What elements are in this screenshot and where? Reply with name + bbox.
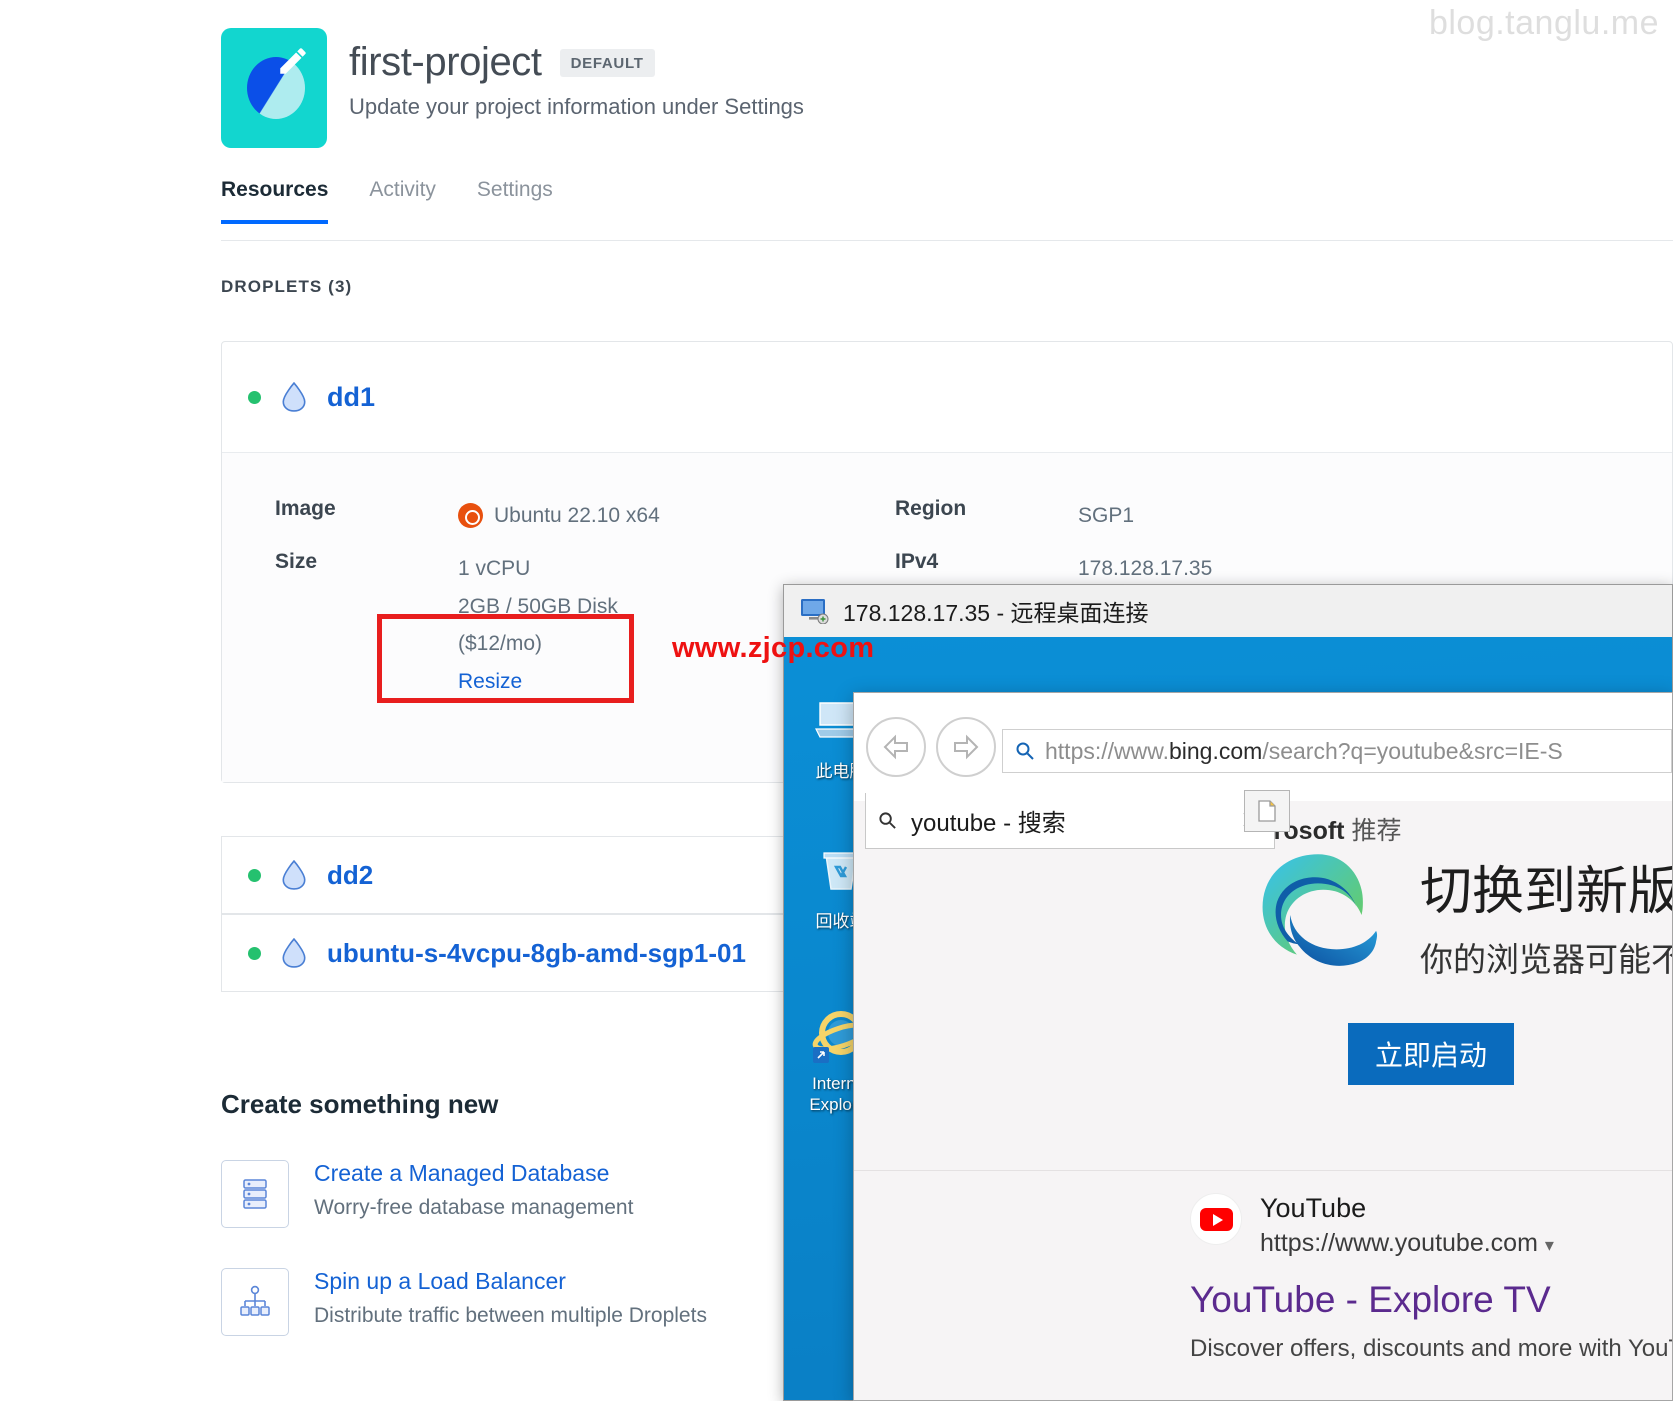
project-tabs: Resources Activity Settings (221, 178, 553, 224)
database-icon (221, 1160, 289, 1228)
create-database-desc: Worry-free database management (314, 1196, 633, 1220)
droplets-section-label: DROPLETS (3) (221, 277, 352, 297)
field-label-image: Image (275, 497, 458, 534)
load-balancer-icon (221, 1268, 289, 1336)
create-item-database[interactable]: Create a Managed Database Worry-free dat… (221, 1160, 633, 1228)
droplet-icon (281, 860, 307, 890)
ubuntu-logo-icon (458, 503, 483, 528)
droplet-name-link[interactable]: dd2 (327, 860, 373, 891)
launch-now-button[interactable]: 立即启动 (1348, 1023, 1514, 1085)
browser-chrome: https://www.bing.com/search?q=youtube&sr… (854, 693, 1672, 801)
default-badge: DEFAULT (560, 49, 655, 77)
droplet-field-region: Region SGP1 (895, 497, 1212, 534)
droplet-card-header[interactable]: dd1 (222, 342, 1672, 452)
status-indicator-active (248, 391, 261, 404)
create-item-load-balancer[interactable]: Spin up a Load Balancer Distribute traff… (221, 1268, 707, 1336)
result-site-name: YouTube (1260, 1193, 1554, 1224)
resize-highlight-annotation (377, 614, 634, 703)
droplet-field-image: Image Ubuntu 22.10 x64 (275, 497, 842, 534)
remote-desktop-icon (800, 598, 830, 624)
field-value-image: Ubuntu 22.10 x64 (494, 497, 660, 534)
field-label-ipv4: IPv4 (895, 550, 1078, 587)
promo-title: 切换到新版 (1420, 849, 1672, 924)
chevron-down-icon[interactable]: ▾ (1545, 1235, 1554, 1255)
create-load-balancer-link[interactable]: Spin up a Load Balancer (314, 1268, 707, 1295)
blog-watermark: blog.tanglu.me (1429, 4, 1659, 43)
droplet-name-link[interactable]: ubuntu-s-4vcpu-8gb-amd-sgp1-01 (327, 938, 746, 969)
project-subtitle: Update your project information under Se… (349, 94, 804, 120)
search-icon (1015, 741, 1035, 761)
search-result-youtube[interactable]: YouTube https://www.youtube.com ▾ (1190, 1193, 1554, 1258)
site-watermark: www.zjcp.com (672, 632, 874, 665)
results-divider (854, 1170, 1672, 1171)
page-title: first-project (349, 40, 542, 85)
tab-resources[interactable]: Resources (221, 178, 328, 224)
search-suggestion-item[interactable]: youtube - 搜索 ✕ (865, 793, 1275, 849)
status-indicator-active (248, 869, 261, 882)
create-load-balancer-desc: Distribute traffic between multiple Drop… (314, 1304, 707, 1328)
create-new-heading: Create something new (221, 1089, 498, 1120)
url-path: /search?q=youtube&src=IE-S (1262, 738, 1562, 764)
field-value-region: SGP1 (1078, 497, 1134, 534)
status-indicator-active (248, 947, 261, 960)
result-title-link[interactable]: YouTube - Explore TV (1190, 1279, 1551, 1321)
field-value-ipv4: 178.128.17.35 (1078, 550, 1212, 587)
rdp-title-bar[interactable]: 178.128.17.35 - 远程桌面连接 (784, 585, 1672, 637)
forward-arrow-icon[interactable] (936, 717, 996, 777)
result-description: Discover offers, discounts and more with… (1190, 1335, 1672, 1363)
droplet-field-ipv4: IPv4 178.128.17.35 (895, 550, 1212, 587)
youtube-icon (1190, 1193, 1242, 1245)
internet-explorer-window: https://www.bing.com/search?q=youtube&sr… (853, 692, 1673, 1401)
rdp-title-text: 178.128.17.35 - 远程桌面连接 (843, 594, 1149, 628)
new-tab-icon[interactable] (1244, 790, 1290, 832)
project-header: first-project DEFAULT Update your projec… (221, 28, 804, 148)
tab-activity[interactable]: Activity (369, 178, 436, 224)
url-domain: bing.com (1169, 738, 1262, 764)
url-prefix: https://www. (1045, 738, 1169, 764)
address-bar[interactable]: https://www.bing.com/search?q=youtube&sr… (1002, 729, 1672, 773)
field-label-region: Region (895, 497, 1078, 534)
droplet-icon (281, 938, 307, 968)
back-arrow-icon[interactable] (866, 717, 926, 777)
promo-byline-suffix: 推荐 (1351, 817, 1401, 845)
browser-content: Microsoft 推荐 切换到新版 你的浏览器可能不 立即启动 (854, 801, 1672, 1400)
create-database-link[interactable]: Create a Managed Database (314, 1160, 633, 1187)
search-icon (878, 811, 897, 830)
tab-settings[interactable]: Settings (477, 178, 553, 224)
droplet-icon (281, 382, 307, 412)
edge-logo-icon (1252, 849, 1384, 981)
promo-subtitle: 你的浏览器可能不 (1420, 933, 1672, 981)
tabs-divider (221, 240, 1673, 241)
suggestion-text: youtube - 搜索 (911, 803, 1226, 838)
project-avatar-icon (221, 28, 327, 148)
result-site-url: https://www.youtube.com (1260, 1229, 1538, 1257)
droplet-name-link[interactable]: dd1 (327, 382, 375, 413)
size-line-cpu: 1 vCPU (458, 550, 618, 587)
youtube-play-glyph (1200, 1208, 1233, 1231)
pencil-icon (276, 44, 310, 78)
